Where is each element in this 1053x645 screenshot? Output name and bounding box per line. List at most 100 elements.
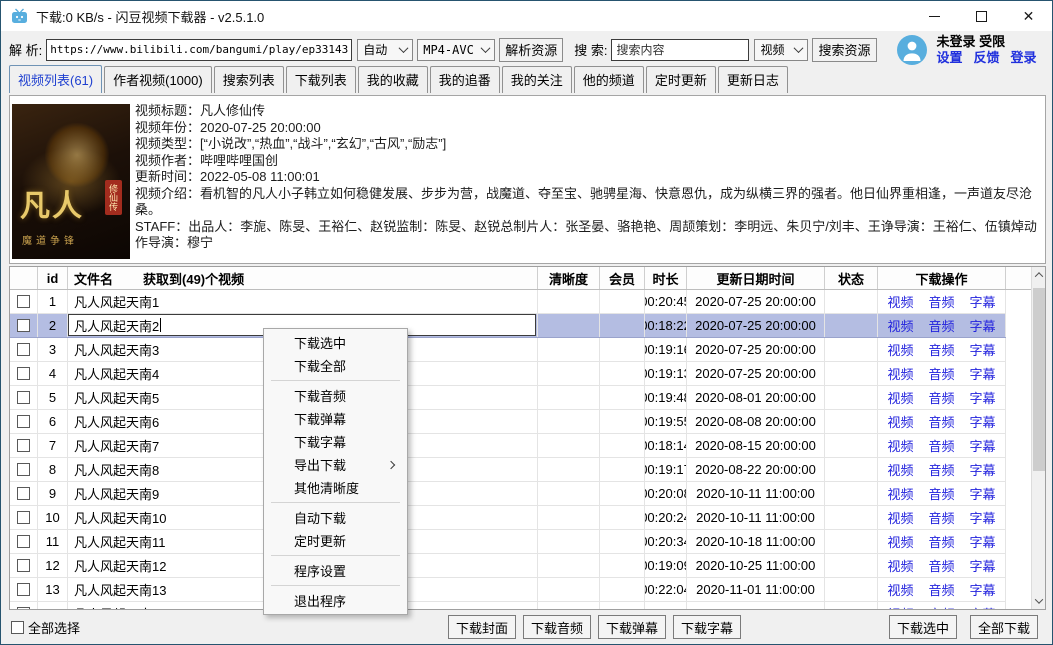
scroll-up-button[interactable] xyxy=(1032,267,1046,283)
menu-item-exit-program[interactable]: 退出程序 xyxy=(264,589,407,612)
download-video-link[interactable]: 视频 xyxy=(887,340,913,359)
row-checkbox[interactable] xyxy=(17,559,30,572)
download-subtitle-link[interactable]: 字幕 xyxy=(970,580,996,599)
download-video-link[interactable]: 视频 xyxy=(887,508,913,527)
tab-scheduled-update[interactable]: 定时更新 xyxy=(646,66,716,93)
download-audio-link[interactable]: 音频 xyxy=(928,556,954,575)
login-link[interactable]: 登录 xyxy=(1011,50,1037,66)
row-checkbox[interactable] xyxy=(17,439,30,452)
download-audio-link[interactable]: 音频 xyxy=(928,508,954,527)
download-video-link[interactable]: 视频 xyxy=(887,556,913,575)
menu-item-auto-download[interactable]: 自动下载 xyxy=(264,506,407,529)
feedback-link[interactable]: 反馈 xyxy=(974,50,1000,66)
table-row[interactable]: 6凡人风起天南600:19:552020-08-08 20:00:00视频音频字… xyxy=(10,410,1006,434)
table-row[interactable]: 9凡人风起天南900:20:082020-10-11 11:00:00视频音频字… xyxy=(10,482,1006,506)
table-row[interactable]: 12凡人风起天南1200:19:092020-10-25 11:00:00视频音… xyxy=(10,554,1006,578)
download-video-link[interactable]: 视频 xyxy=(887,580,913,599)
table-row[interactable]: 10凡人风起天南1000:20:242020-10-11 11:00:00视频音… xyxy=(10,506,1006,530)
download-subtitle-link[interactable]: 字幕 xyxy=(970,364,996,383)
download-video-link[interactable]: 视频 xyxy=(887,292,913,311)
download-subtitle-link[interactable]: 字幕 xyxy=(970,460,996,479)
menu-item-other-quality[interactable]: 其他清晰度 xyxy=(264,476,407,499)
row-checkbox[interactable] xyxy=(17,415,30,428)
search-type-select[interactable]: 视频 xyxy=(754,39,808,61)
table-row[interactable]: 11凡人风起天南1100:20:342020-10-18 11:00:00视频音… xyxy=(10,530,1006,554)
download-audio-link[interactable]: 音频 xyxy=(928,364,954,383)
scroll-down-button[interactable] xyxy=(1032,593,1046,609)
tab-my-bangumi[interactable]: 我的追番 xyxy=(430,66,500,93)
parse-url-input[interactable] xyxy=(46,39,352,61)
tab-video-list[interactable]: 视频列表(61) xyxy=(9,65,102,93)
menu-item-download-audio[interactable]: 下载音频 xyxy=(264,384,407,407)
table-row[interactable]: 1凡人风起天南100:20:452020-07-25 20:00:00视频音频字… xyxy=(10,290,1006,314)
row-checkbox[interactable] xyxy=(17,367,30,380)
download-subtitle-link[interactable]: 字幕 xyxy=(970,556,996,575)
download-video-link[interactable]: 视频 xyxy=(887,436,913,455)
download-audio-button[interactable]: 下载音频 xyxy=(523,615,591,639)
table-row[interactable]: 3凡人风起天南300:19:162020-07-25 20:00:00视频音频字… xyxy=(10,338,1006,362)
download-video-link[interactable]: 视频 xyxy=(887,388,913,407)
format-select[interactable]: MP4-AVC xyxy=(417,39,495,61)
row-checkbox[interactable] xyxy=(17,511,30,524)
tab-search-list[interactable]: 搜索列表 xyxy=(214,66,284,93)
menu-item-download-danmaku[interactable]: 下载弹幕 xyxy=(264,407,407,430)
download-danmaku-button[interactable]: 下载弹幕 xyxy=(598,615,666,639)
row-checkbox[interactable] xyxy=(17,487,30,500)
mode-select[interactable]: 自动 xyxy=(357,39,413,61)
menu-item-export-download[interactable]: 导出下载 xyxy=(264,453,407,476)
row-checkbox[interactable] xyxy=(17,607,30,609)
download-video-link[interactable]: 视频 xyxy=(887,364,913,383)
download-selected-button[interactable]: 下载选中 xyxy=(889,615,957,639)
row-checkbox[interactable] xyxy=(17,583,30,596)
download-subtitle-link[interactable]: 字幕 xyxy=(970,484,996,503)
row-checkbox[interactable] xyxy=(17,343,30,356)
download-audio-link[interactable]: 音频 xyxy=(928,484,954,503)
search-input[interactable] xyxy=(611,39,749,61)
download-cover-button[interactable]: 下载封面 xyxy=(448,615,516,639)
download-video-link[interactable]: 视频 xyxy=(887,316,913,335)
tab-my-follows[interactable]: 我的关注 xyxy=(502,66,572,93)
download-subtitle-link[interactable]: 字幕 xyxy=(970,292,996,311)
table-row[interactable]: 13凡人风起天南1300:22:042020-11-01 11:00:00视频音… xyxy=(10,578,1006,602)
download-audio-link[interactable]: 音频 xyxy=(928,580,954,599)
download-subtitle-link[interactable]: 字幕 xyxy=(970,436,996,455)
download-subtitle-link[interactable]: 字幕 xyxy=(970,532,996,551)
select-all-checkbox[interactable]: 全部选择 xyxy=(11,618,80,637)
table-row[interactable]: 4凡人风起天南400:19:132020-07-25 20:00:00视频音频字… xyxy=(10,362,1006,386)
settings-link[interactable]: 设置 xyxy=(937,50,963,66)
download-subtitle-link[interactable]: 字幕 xyxy=(970,508,996,527)
download-audio-link[interactable]: 音频 xyxy=(928,532,954,551)
row-checkbox[interactable] xyxy=(17,391,30,404)
table-row[interactable]: 14凡人风起天南1400:18:412020-11-08 11:00:00视频音… xyxy=(10,602,1006,609)
download-audio-link[interactable]: 音频 xyxy=(928,316,954,335)
tab-my-favorites[interactable]: 我的收藏 xyxy=(358,66,428,93)
download-video-link[interactable]: 视频 xyxy=(887,484,913,503)
menu-item-download-selected[interactable]: 下载选中 xyxy=(264,331,407,354)
tab-author-videos[interactable]: 作者视频(1000) xyxy=(104,66,212,93)
minimize-button[interactable] xyxy=(911,1,958,31)
download-video-link[interactable]: 视频 xyxy=(887,604,913,609)
download-all-button[interactable]: 全部下载 xyxy=(970,615,1038,639)
row-checkbox[interactable] xyxy=(17,295,30,308)
download-audio-link[interactable]: 音频 xyxy=(928,292,954,311)
table-row[interactable]: 8凡人风起天南800:19:172020-08-22 20:00:00视频音频字… xyxy=(10,458,1006,482)
download-video-link[interactable]: 视频 xyxy=(887,412,913,431)
tab-download-list[interactable]: 下载列表 xyxy=(286,66,356,93)
menu-item-scheduled-update[interactable]: 定时更新 xyxy=(264,529,407,552)
vertical-scrollbar[interactable] xyxy=(1031,267,1045,609)
row-checkbox[interactable] xyxy=(17,319,30,332)
download-audio-link[interactable]: 音频 xyxy=(928,340,954,359)
row-checkbox[interactable] xyxy=(17,535,30,548)
download-audio-link[interactable]: 音频 xyxy=(928,460,954,479)
table-row[interactable]: 5凡人风起天南500:19:482020-08-01 20:00:00视频音频字… xyxy=(10,386,1006,410)
menu-item-program-settings[interactable]: 程序设置 xyxy=(264,559,407,582)
download-audio-link[interactable]: 音频 xyxy=(928,412,954,431)
download-video-link[interactable]: 视频 xyxy=(887,532,913,551)
download-subtitle-link[interactable]: 字幕 xyxy=(970,604,996,609)
download-subtitle-link[interactable]: 字幕 xyxy=(970,316,996,335)
scrollbar-thumb[interactable] xyxy=(1033,288,1045,471)
row-checkbox[interactable] xyxy=(17,463,30,476)
download-subtitle-link[interactable]: 字幕 xyxy=(970,340,996,359)
table-row[interactable]: 7凡人风起天南700:18:142020-08-15 20:00:00视频音频字… xyxy=(10,434,1006,458)
search-resource-button[interactable]: 搜索资源 xyxy=(812,38,876,62)
